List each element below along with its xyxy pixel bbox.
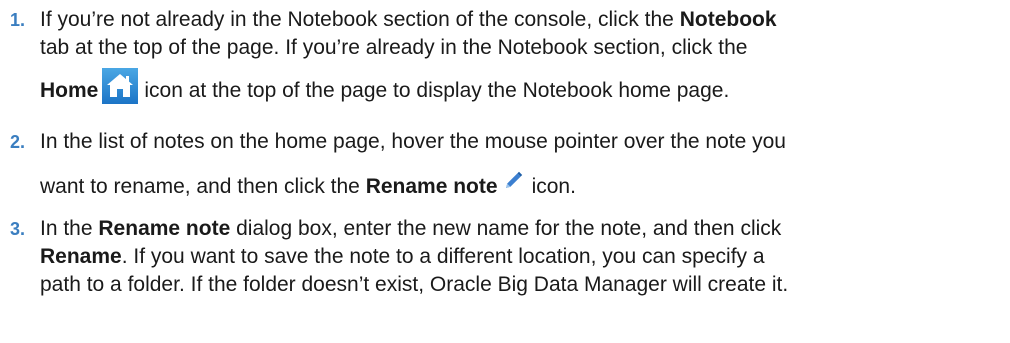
step-2: 2. In the list of notes on the home page… [0, 128, 1010, 201]
instruction-steps: 1. If you’re not already in the Notebook… [0, 6, 1010, 299]
step-text: In the [40, 217, 99, 240]
rename-note-reference: Rename note [365, 175, 498, 198]
rename-note-dialog-reference: Rename note [98, 217, 231, 240]
step-3: 3. In the Rename note dialog box, enter … [0, 215, 1010, 299]
step-body: In the Rename note dialog box, enter the… [40, 215, 1010, 299]
step-number: 3. [10, 219, 26, 239]
step-line: In the Rename note dialog box, enter the… [40, 215, 1002, 243]
rename-button-reference: Rename [40, 245, 122, 268]
notebook-tab-reference: Notebook [679, 8, 777, 31]
step-text: icon at the top of the page to display t… [144, 79, 730, 102]
step-text: . If you want to save the note to a diff… [121, 245, 765, 268]
step-text: icon. [531, 175, 576, 198]
step-body: In the list of notes on the home page, h… [40, 128, 1010, 201]
step-line: want to rename, and then click the Renam… [40, 170, 1002, 201]
step-line: tab at the top of the page. If you’re al… [40, 36, 748, 59]
pencil-icon [502, 170, 524, 192]
step-text: If you’re not already in the Notebook se… [40, 8, 680, 31]
step-line: Rename. If you want to save the note to … [40, 243, 1002, 271]
step-text: dialog box, enter the new name for the n… [230, 217, 782, 240]
step-line: Home icon at the top of the page to disp… [40, 66, 1002, 116]
step-1: 1. If you’re not already in the Notebook… [0, 6, 1010, 116]
step-line: If you’re not already in the Notebook se… [40, 6, 1002, 34]
step-line: path to a folder. If the folder doesn’t … [40, 273, 789, 296]
home-icon [102, 68, 139, 104]
step-body: If you’re not already in the Notebook se… [40, 6, 1010, 116]
home-reference: Home [40, 79, 99, 102]
step-line: In the list of notes on the home page, h… [40, 130, 786, 153]
step-number: 2. [10, 132, 26, 152]
step-text: want to rename, and then click the [40, 175, 366, 198]
step-number: 1. [10, 10, 26, 30]
